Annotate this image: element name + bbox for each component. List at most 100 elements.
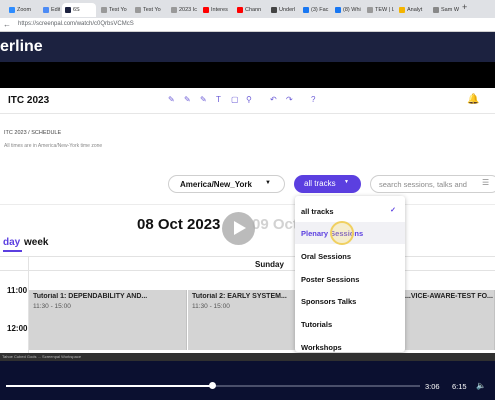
- undo-icon[interactable]: ↶: [270, 95, 277, 104]
- divider: [0, 204, 495, 205]
- dropdown-item-label: Poster Sessions: [301, 275, 360, 284]
- event-title: ...VICE-AWARE-TEST FO...: [405, 293, 493, 300]
- time-label: 11:00: [7, 286, 28, 295]
- tab-day[interactable]: day: [3, 237, 20, 248]
- browser-tab[interactable]: 2023 Ic: [168, 3, 198, 17]
- help-icon[interactable]: ?: [311, 95, 315, 104]
- chevron-down-icon: ▼: [344, 179, 349, 185]
- video-letterbox: [0, 62, 495, 88]
- timezone-select[interactable]: America/New_York ▼: [168, 175, 285, 193]
- tab-favicon-icon: [303, 7, 309, 13]
- app-title: ITC 2023: [8, 95, 50, 106]
- screenpal-brand: erline: [0, 38, 43, 55]
- event-title: Tutorial 1: DEPENDABILITY AND...: [33, 293, 148, 300]
- browser-tab[interactable]: Analyt: [396, 3, 428, 17]
- tab-favicon-icon: [399, 7, 405, 13]
- search-placeholder: search sessions, talks and: [379, 180, 467, 189]
- current-time: 3:06: [425, 382, 440, 391]
- session-event[interactable]: Tutorial 1: DEPENDABILITY AND... 11:30 -…: [29, 290, 187, 350]
- tab-label: Edit P: [51, 7, 60, 13]
- timezone-value: America/New_York: [180, 180, 252, 189]
- browser-tab[interactable]: (8) Whi: [332, 3, 362, 17]
- volume-icon[interactable]: 🔈: [476, 381, 486, 390]
- tab-label: Underl: [279, 7, 296, 13]
- browser-tab[interactable]: Edit P: [40, 3, 60, 17]
- tab-week[interactable]: week: [24, 237, 48, 248]
- tab-favicon-icon: [367, 7, 373, 13]
- new-tab-icon[interactable]: +: [462, 2, 467, 12]
- address-bar[interactable]: ← https://screenpal.com/watch/c0QrbsVCMc…: [0, 18, 495, 32]
- taskbar-text: Tahoe Cubed Gods ... Screenpal Workspace: [2, 354, 82, 359]
- tab-label: Analyt: [407, 7, 423, 13]
- next-date-heading[interactable]: 09 Oct: [252, 216, 298, 233]
- tab-label: 2023 Ic: [179, 7, 198, 13]
- tab-favicon-icon: [101, 7, 107, 13]
- video-play-button[interactable]: [222, 212, 255, 245]
- browser-tab[interactable]: (3) Fac: [300, 3, 330, 17]
- dropdown-item-tutorials[interactable]: Tutorials: [295, 313, 405, 335]
- breadcrumb: ITC 2023 / SCHEDULE: [4, 130, 62, 136]
- browser-tab[interactable]: Test Yo: [132, 3, 166, 17]
- tab-favicon-icon: [203, 7, 209, 13]
- filter-icon[interactable]: ☰: [482, 178, 489, 187]
- grid-line: [0, 270, 495, 271]
- url-text[interactable]: https://screenpal.com/watch/c0QrbsVCMcS: [18, 21, 134, 27]
- browser-tab[interactable]: Chann: [234, 3, 266, 17]
- text-tool-icon[interactable]: T: [216, 95, 221, 104]
- browser-tab[interactable]: Sam W: [430, 3, 460, 17]
- tab-label: 6S: [73, 7, 80, 13]
- browser-tab[interactable]: 6S: [62, 3, 96, 17]
- player-controls: [0, 361, 495, 400]
- dropdown-item-label: Sponsors Talks: [301, 297, 357, 306]
- tab-label: Sam W: [441, 7, 460, 13]
- day-column-header: Sunday: [255, 260, 284, 269]
- timezone-note: All times are in America/New-York time z…: [4, 143, 103, 149]
- dropdown-item-workshops[interactable]: Workshops: [295, 336, 405, 352]
- browser-tab[interactable]: Underl: [268, 3, 298, 17]
- highlighter-tool-icon[interactable]: ✎: [200, 95, 207, 104]
- browser-tab[interactable]: TEW | L: [364, 3, 394, 17]
- tab-favicon-icon: [135, 7, 141, 13]
- tab-favicon-icon: [9, 7, 15, 13]
- search-input[interactable]: search sessions, talks and: [370, 175, 495, 193]
- date-heading: 08 Oct 2023: [137, 216, 221, 233]
- tracks-dropdown: all tracks ✓ Plenary Sessions Oral Sessi…: [295, 196, 405, 352]
- browser-tab[interactable]: Zoom: [6, 3, 38, 17]
- tab-day-underline: [3, 250, 22, 252]
- tab-favicon-icon: [171, 7, 177, 13]
- tab-favicon-icon: [335, 7, 341, 13]
- back-icon[interactable]: ←: [3, 20, 11, 29]
- dropdown-item-label: all tracks: [301, 207, 334, 216]
- browser-tab[interactable]: Interes: [200, 3, 232, 17]
- redo-icon[interactable]: ↷: [286, 95, 293, 104]
- browser-tab[interactable]: Test Yo: [98, 3, 130, 17]
- tab-label: (8) Whi: [343, 7, 361, 13]
- tab-label: Zoom: [17, 7, 32, 13]
- tab-label: Test Yo: [109, 7, 127, 13]
- bell-icon[interactable]: 🔔: [467, 94, 479, 105]
- tracks-filter-button[interactable]: all tracks ▼: [294, 175, 361, 193]
- seek-handle[interactable]: [209, 382, 216, 389]
- rectangle-tool-icon[interactable]: ▢: [231, 95, 239, 104]
- tab-favicon-icon: [65, 7, 71, 13]
- tab-label: Test Yo: [143, 7, 161, 13]
- tab-label: TEW | L: [375, 7, 394, 13]
- zoom-tool-icon[interactable]: ⚲: [246, 95, 252, 104]
- screenpal-header: [0, 32, 495, 62]
- dropdown-item-all-tracks[interactable]: all tracks ✓: [295, 200, 405, 222]
- dropdown-item-oral-sessions[interactable]: Oral Sessions: [295, 245, 405, 267]
- dropdown-item-sponsors-talks[interactable]: Sponsors Talks: [295, 290, 405, 312]
- dropdown-item-label: Workshops: [301, 343, 342, 352]
- tab-label: Interes: [211, 7, 228, 13]
- play-icon: [234, 221, 246, 235]
- dropdown-item-label: Oral Sessions: [301, 252, 352, 261]
- time-label: 12:00: [7, 324, 28, 333]
- marker-tool-icon[interactable]: ✎: [184, 95, 191, 104]
- pen-tool-icon[interactable]: ✎: [168, 95, 175, 104]
- tab-favicon-icon: [271, 7, 277, 13]
- tab-favicon-icon: [433, 7, 439, 13]
- dropdown-item-poster-sessions[interactable]: Poster Sessions: [295, 268, 405, 290]
- tab-label: (3) Fac: [311, 7, 329, 13]
- total-time: 6:15: [452, 382, 467, 391]
- event-time: 11:30 - 15:00: [33, 303, 71, 310]
